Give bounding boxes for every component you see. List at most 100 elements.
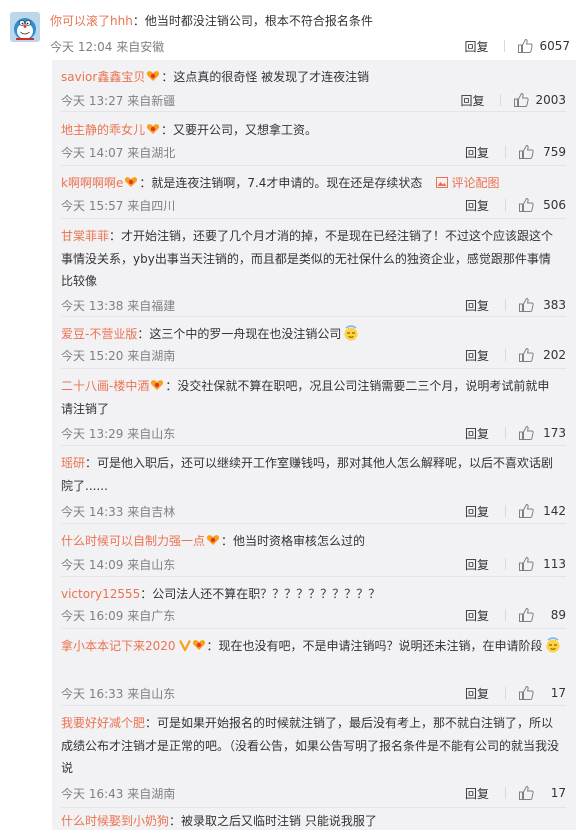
username-link[interactable]: 地主静的乖女儿 (61, 123, 145, 137)
like-button[interactable]: 17 (518, 785, 566, 801)
reply-actions: 回复 2003 (460, 92, 566, 108)
fan-badge-icon (125, 177, 138, 187)
like-button[interactable]: 173 (518, 425, 566, 441)
comment-image-label: 评论配图 (451, 176, 500, 190)
like-button[interactable]: 17 (518, 685, 566, 701)
comment-image-link[interactable]: 评论配图 (436, 176, 499, 190)
like-button[interactable]: 383 (518, 297, 566, 313)
username-link[interactable]: 爱豆-不营业版 (61, 327, 137, 341)
reply-text: 地主静的乖女儿 ：又要开公司，又想拿工资。 (61, 119, 561, 142)
reply-button[interactable]: 回复 (465, 556, 489, 573)
like-button[interactable]: 202 (518, 347, 566, 363)
username-link[interactable]: 什么时候娶到小奶狗 (61, 814, 169, 828)
like-count: 383 (543, 298, 566, 312)
reply-text: 瑶研：可是他入职后，还可以继续开工作室赚钱吗，那对其他人怎么解释呢，以后不喜欢话… (61, 452, 561, 497)
timestamp: 今天 15:57 来自四川 (61, 199, 176, 213)
divider (505, 427, 506, 439)
thumbs-up-icon (519, 347, 534, 362)
comment-actions: 回复 6057 (464, 38, 570, 54)
comment-text: 你可以滚了hhh：他当时都没注销公司，根本不符合报名条件 (50, 12, 565, 30)
like-count: 2003 (535, 93, 566, 107)
timestamp: 今天 14:33 来自吉林 (61, 505, 176, 519)
fan-badge-icon (192, 640, 205, 650)
username-link[interactable]: 你可以滚了hhh (50, 14, 133, 28)
reply-meta: 今天 15:57 来自四川 回复 506 (61, 197, 566, 213)
like-button[interactable]: 759 (518, 144, 566, 160)
divider (505, 505, 506, 517)
reply-actions: 回复 113 (465, 556, 566, 572)
reply-button[interactable]: 回复 (465, 503, 489, 520)
reply-item: 甘棠菲菲：才开始注销，还要了几个月才消的掉，不是现在已经注销了！不过这个应该跟这… (52, 219, 576, 317)
divider (505, 609, 506, 621)
reply-actions: 回复 17 (465, 685, 566, 701)
reply-item: 我要好好减个肥：可是如果开始报名的时候就注销了，最后没有考上，那不就白注销了，所… (52, 706, 576, 808)
reply-text: 拿小本本记下来2020 ：现在也没有吧，不是申请注销吗？说明还未注销，在申请阶段 (61, 635, 561, 658)
divider (505, 146, 506, 158)
username-link[interactable]: 什么时候可以自制力强一点 (61, 534, 205, 548)
timestamp: 今天 12:04 来自安徽 (50, 40, 165, 54)
reply-item: 二十八画-楼中酒 ：没交社保就不算在职吧，况且公司注销需要二三个月，说明考试前就申… (52, 369, 576, 446)
like-button[interactable]: 2003 (513, 92, 566, 108)
timestamp: 今天 16:43 来自湖南 (61, 787, 176, 801)
reply-button[interactable]: 回复 (465, 685, 489, 702)
username-link[interactable]: victory12555 (61, 587, 140, 601)
reply-button[interactable]: 回复 (465, 197, 489, 214)
timestamp: 今天 14:09 来自山东 (61, 558, 176, 572)
username-link[interactable]: savior鑫鑫宝贝 (61, 70, 145, 84)
reply-list: savior鑫鑫宝贝 ：这点真的很奇怪 被发现了才连夜注销 今天 13:27 来自… (52, 60, 576, 830)
reply-text: k啊啊啊啊e ：就是连夜注销啊，7.4才申请的。现在还是存续状态 评论配图 (61, 172, 561, 195)
username-link[interactable]: 瑶研 (61, 456, 85, 470)
thumbs-up-icon (519, 785, 534, 800)
like-count: 202 (543, 348, 566, 362)
like-count: 506 (543, 198, 566, 212)
thumbs-up-icon (519, 425, 534, 440)
fan-badge-icon (146, 124, 160, 134)
like-count: 17 (550, 686, 566, 700)
like-button[interactable]: 89 (518, 607, 566, 623)
reply-actions: 回复 173 (465, 425, 566, 441)
reply-button[interactable]: 回复 (464, 38, 488, 55)
reply-item: k啊啊啊啊e ：就是连夜注销啊，7.4才申请的。现在还是存续状态 评论配图 今天 1… (52, 166, 576, 219)
divider (505, 558, 506, 570)
divider (61, 111, 566, 112)
avatar[interactable] (10, 12, 40, 42)
reply-actions: 回复 89 (465, 607, 566, 623)
like-count: 6057 (539, 39, 570, 53)
verified-badge-icon (178, 639, 191, 651)
like-count: 113 (543, 557, 566, 571)
like-button[interactable]: 6057 (517, 38, 570, 54)
reply-text: 我要好好减个肥：可是如果开始报名的时候就注销了，最后没有考上，那不就白注销了，所… (61, 712, 561, 780)
divider (505, 299, 506, 311)
divider (505, 687, 506, 699)
reply-text: 什么时候娶到小奶狗：被录取之后又临时注销 只能说我服了 (61, 810, 561, 830)
reply-body: ：这点真的很奇怪 被发现了才连夜注销 (161, 70, 370, 84)
reply-button[interactable]: 回复 (465, 297, 489, 314)
reply-button[interactable]: 回复 (465, 785, 489, 802)
fan-badge-icon (206, 535, 220, 545)
like-count: 142 (543, 504, 566, 518)
username-link[interactable]: 二十八画-楼中酒 (61, 379, 149, 393)
timestamp: 今天 14:07 来自湖北 (61, 146, 176, 160)
reply-button[interactable]: 回复 (465, 425, 489, 442)
like-button[interactable]: 142 (518, 503, 566, 519)
reply-body: ：被录取之后又临时注销 只能说我服了 (169, 814, 377, 828)
like-button[interactable]: 506 (518, 197, 566, 213)
reply-button[interactable]: 回复 (460, 92, 484, 109)
reply-button[interactable]: 回复 (465, 144, 489, 161)
like-button[interactable]: 113 (518, 556, 566, 572)
reply-item: 什么时候可以自制力强一点 ：他当时资格审核怎么过的 今天 14:09 来自山东 回… (52, 524, 576, 577)
username-link[interactable]: k啊啊啊啊e (61, 176, 123, 190)
username-link[interactable]: 拿小本本记下来2020 (61, 639, 176, 653)
username-link[interactable]: 我要好好减个肥 (61, 716, 145, 730)
reply-text: 什么时候可以自制力强一点 ：他当时资格审核怎么过的 (61, 530, 561, 553)
reply-button[interactable]: 回复 (465, 607, 489, 624)
username-link[interactable]: 甘棠菲菲 (61, 229, 109, 243)
reply-item: victory12555：公司法人还不算在职？？？？？？？？？？ 今天 16:0… (52, 577, 576, 629)
fan-badge-icon (147, 71, 160, 81)
reply-button[interactable]: 回复 (465, 347, 489, 364)
reply-item: 瑶研：可是他入职后，还可以继续开工作室赚钱吗，那对其他人怎么解释呢，以后不喜欢话… (52, 446, 576, 524)
reply-actions: 回复 17 (465, 785, 566, 801)
image-icon (436, 177, 449, 188)
reply-actions: 回复 506 (465, 197, 566, 213)
thumbs-up-icon (519, 197, 534, 212)
